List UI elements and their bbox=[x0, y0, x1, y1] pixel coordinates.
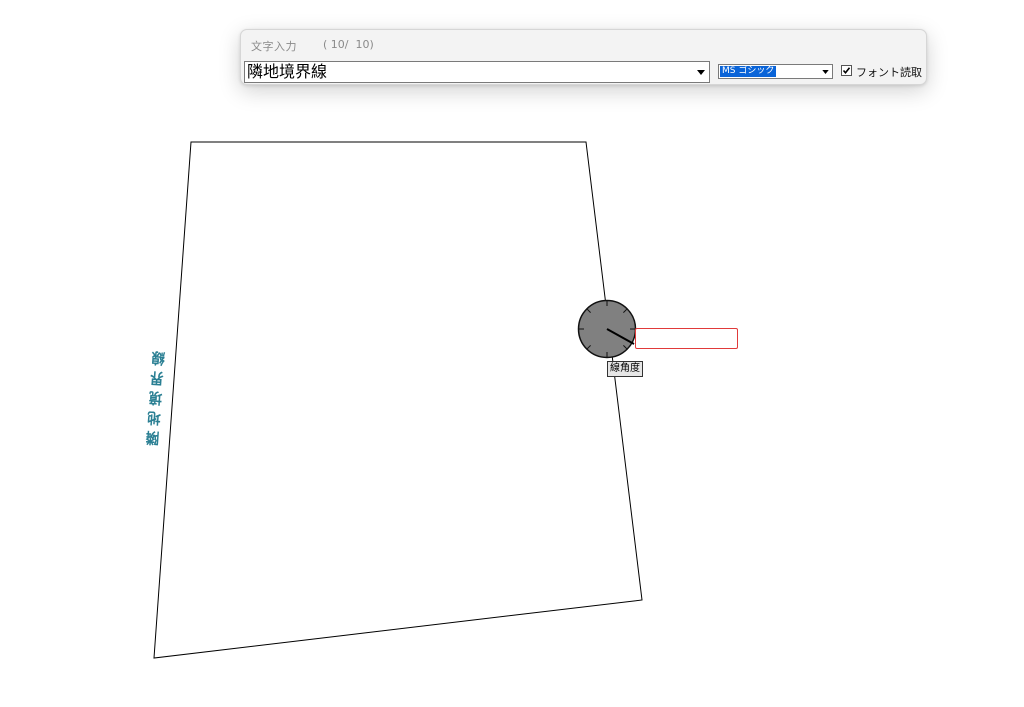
chevron-down-icon bbox=[697, 69, 705, 75]
font-select[interactable]: MS ゴシック bbox=[718, 64, 833, 79]
text-combo-dropdown-button[interactable] bbox=[693, 62, 709, 82]
angle-tooltip: 線角度 bbox=[607, 361, 643, 377]
boundary-polygon[interactable] bbox=[153, 141, 643, 659]
toolbar-counter: ( 10/ 10) bbox=[323, 38, 374, 51]
font-read-label[interactable]: フォント読取 bbox=[856, 64, 922, 80]
angle-dial[interactable] bbox=[577, 299, 637, 359]
chevron-down-icon bbox=[822, 69, 829, 74]
font-select-value: MS ゴシック bbox=[720, 66, 777, 77]
text-input-toolbar: 文字入力 ( 10/ 10) 隣地境界線 MS ゴシック フォント読取 bbox=[240, 29, 927, 85]
drawing-canvas[interactable]: 隣地境界線 線角度 bbox=[0, 0, 1024, 707]
toolbar-title: 文字入力 bbox=[251, 40, 297, 53]
placed-text-object[interactable]: 隣地境界線 bbox=[142, 344, 168, 448]
text-input-value[interactable]: 隣地境界線 bbox=[247, 62, 327, 82]
text-input-combobox[interactable]: 隣地境界線 bbox=[244, 61, 710, 83]
font-read-checkbox[interactable] bbox=[841, 65, 852, 76]
checkmark-icon bbox=[842, 67, 851, 75]
placed-text-label: 隣地境界線 bbox=[143, 345, 168, 447]
font-select-dropdown-button[interactable] bbox=[819, 65, 832, 78]
angle-input-field[interactable] bbox=[635, 328, 738, 349]
